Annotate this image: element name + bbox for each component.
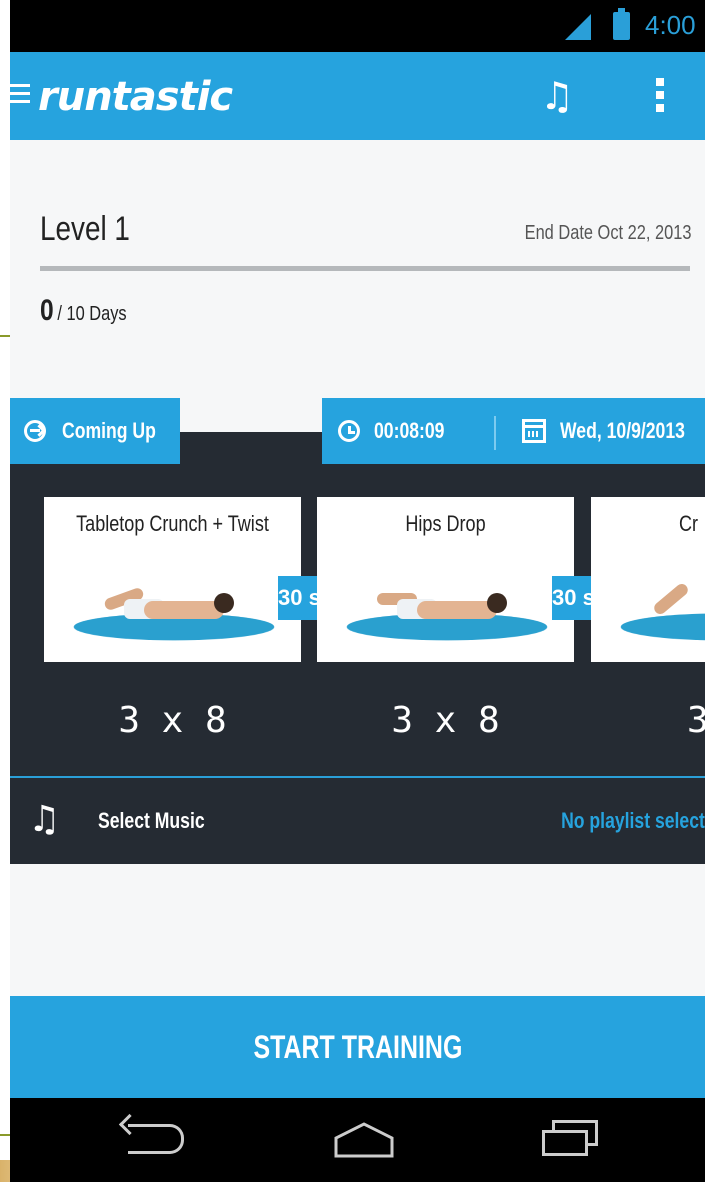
playlist-status[interactable]: No playlist selected bbox=[561, 808, 705, 834]
start-training-button[interactable]: START TRAINING bbox=[10, 996, 705, 1098]
exercise-illustration bbox=[104, 583, 244, 627]
home-icon[interactable] bbox=[332, 1120, 396, 1160]
exercise-illustration bbox=[651, 583, 705, 627]
signal-icon bbox=[565, 14, 591, 40]
coming-up-tab[interactable]: Coming Up bbox=[10, 398, 180, 464]
overflow-menu-icon[interactable] bbox=[656, 78, 666, 118]
battery-icon bbox=[613, 12, 630, 40]
menu-icon[interactable] bbox=[10, 84, 30, 104]
days-total: / 10 Days bbox=[57, 303, 126, 325]
music-note-icon[interactable]: ♫ bbox=[28, 800, 60, 840]
status-bar: 4:00 bbox=[10, 0, 705, 52]
navigation-bar bbox=[10, 1098, 705, 1182]
exercise-sets: 3 x 8 bbox=[44, 700, 301, 741]
clock-icon bbox=[338, 420, 360, 442]
phone-screen: 4:00 runtastic ♫ Level 1 End Date Oct 22… bbox=[10, 0, 705, 1182]
exercise-card[interactable]: Tabletop Crunch + Twist bbox=[44, 497, 301, 662]
session-date: Wed, 10/9/2013 bbox=[560, 418, 685, 444]
app-logo: runtastic bbox=[38, 74, 232, 120]
back-icon[interactable] bbox=[128, 1124, 184, 1154]
exercise-card[interactable]: Cr bbox=[591, 497, 705, 662]
tab-divider bbox=[494, 416, 496, 450]
calendar-icon bbox=[522, 419, 546, 443]
music-note-icon[interactable]: ♫ bbox=[540, 76, 574, 116]
exercise-name: Tabletop Crunch + Twist bbox=[67, 511, 278, 537]
select-music-button[interactable]: Select Music bbox=[98, 808, 205, 834]
exercise-sets: 3 x 8 bbox=[317, 700, 574, 741]
session-info-tab: 00:08:09 Wed, 10/9/2013 bbox=[322, 398, 705, 464]
exercise-card[interactable]: Hips Drop bbox=[317, 497, 574, 662]
rest-badge: 30 s bbox=[552, 576, 592, 620]
rest-badge: 30 s bbox=[278, 576, 318, 620]
status-time: 4:00 bbox=[645, 10, 696, 41]
start-training-label: START TRAINING bbox=[253, 996, 462, 1098]
exercise-sets: 3 bbox=[591, 700, 705, 741]
arrow-right-circle-icon bbox=[24, 420, 46, 442]
level-title: Level 1 bbox=[40, 210, 130, 249]
panel-divider bbox=[10, 776, 705, 778]
days-counter: 0 / 10 Days bbox=[40, 294, 127, 328]
app-bar: runtastic ♫ bbox=[10, 52, 705, 140]
exercise-name: Hips Drop bbox=[340, 511, 551, 537]
coming-up-label: Coming Up bbox=[62, 418, 156, 444]
session-duration: 00:08:09 bbox=[374, 418, 444, 444]
end-date: End Date Oct 22, 2013 bbox=[524, 222, 691, 245]
exercise-illustration bbox=[377, 583, 517, 627]
plan-progress-bar bbox=[40, 266, 690, 271]
recent-apps-icon[interactable] bbox=[542, 1120, 602, 1160]
exercise-name: Cr bbox=[679, 511, 705, 537]
days-done: 0 bbox=[40, 294, 54, 327]
